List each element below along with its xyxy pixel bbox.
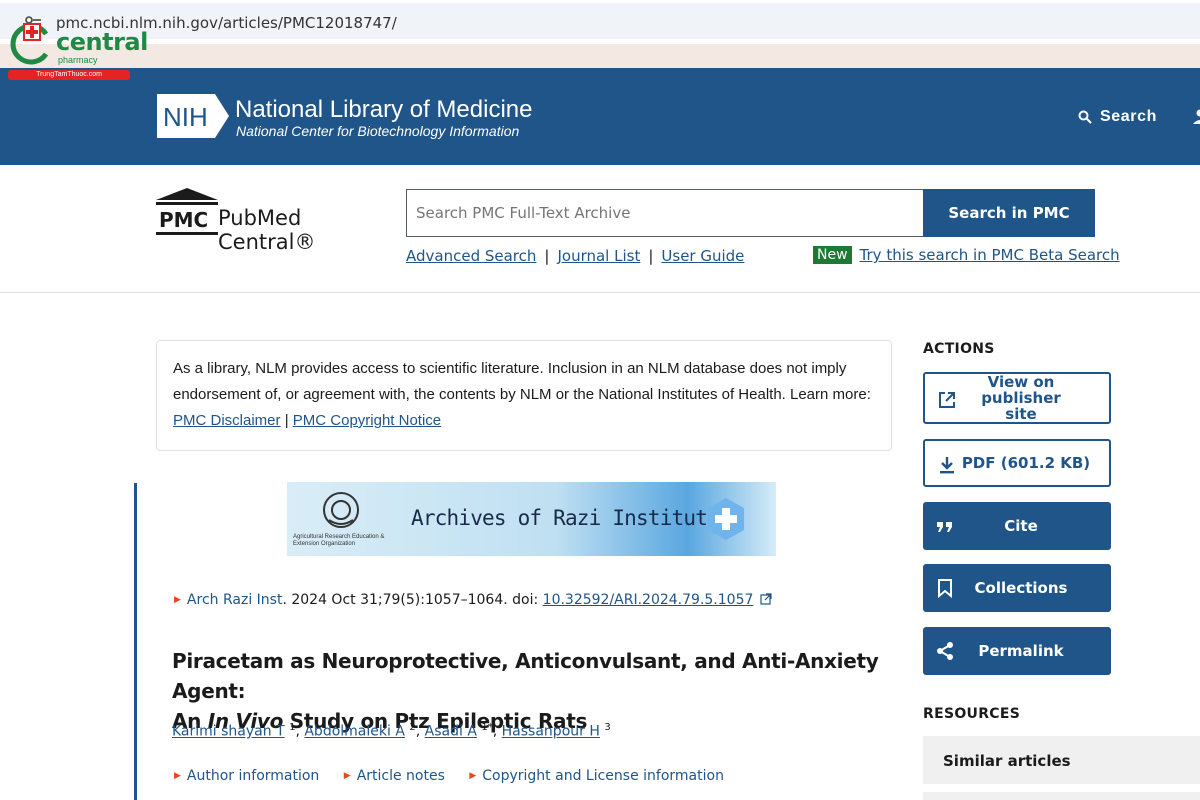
author-information-toggle[interactable]: ▶ Author information bbox=[174, 768, 319, 784]
pmc-search-input[interactable] bbox=[406, 189, 924, 237]
next-resource-item[interactable] bbox=[923, 792, 1200, 800]
quote-icon bbox=[937, 522, 952, 532]
user-icon[interactable] bbox=[1192, 108, 1200, 124]
article-notes-toggle[interactable]: ▶ Article notes bbox=[344, 768, 445, 784]
pmc-disclaimer-link[interactable]: PMC Disclaimer bbox=[173, 412, 281, 429]
learn-more-label: Learn more: bbox=[790, 386, 871, 403]
nih-header: NIH National Library of Medicine Nationa… bbox=[0, 68, 1200, 165]
pmc-logo-text: PubMed Central® bbox=[218, 206, 316, 254]
search-icon bbox=[1078, 110, 1092, 124]
pmc-logo[interactable]: PMC PubMed Central® bbox=[156, 188, 396, 254]
pharmacy-logo-icon bbox=[10, 23, 49, 65]
permalink-label: Permalink bbox=[978, 642, 1064, 660]
article-citation: ▶ Arch Razi Inst. 2024 Oct 31;79(5):1057–… bbox=[174, 592, 772, 608]
beta-search-link[interactable]: Try this search in PMC Beta Search bbox=[860, 246, 1120, 264]
external-link-icon bbox=[939, 392, 955, 408]
pmc-copyright-link[interactable]: PMC Copyright Notice bbox=[293, 412, 441, 429]
actions-heading: ACTIONS bbox=[923, 341, 995, 357]
collections-label: Collections bbox=[974, 579, 1068, 597]
advanced-search-link[interactable]: Advanced Search bbox=[406, 247, 536, 265]
view-publisher-label: View on publisher site bbox=[981, 373, 1061, 423]
nlm-disclaimer-notice: As a library, NLM provides access to sci… bbox=[156, 340, 892, 451]
pdf-label: PDF (601.2 KB) bbox=[961, 454, 1091, 472]
external-link-icon[interactable] bbox=[760, 593, 772, 605]
resources-heading: RESOURCES bbox=[923, 706, 1021, 722]
share-icon bbox=[937, 642, 953, 660]
notice-separator: | bbox=[284, 412, 289, 429]
banner-title: Archives of Razi Institute bbox=[411, 506, 720, 530]
user-guide-link[interactable]: User Guide bbox=[661, 247, 744, 265]
collections-button[interactable]: Collections bbox=[923, 564, 1111, 612]
similar-articles-toggle[interactable]: Similar articles bbox=[923, 736, 1200, 784]
author-affiliation[interactable]: 1 bbox=[289, 722, 295, 733]
nih-search-button[interactable]: Search bbox=[1078, 108, 1157, 126]
notice-text: As a library, NLM provides access to sci… bbox=[173, 360, 847, 403]
svg-text:PMC: PMC bbox=[159, 208, 208, 232]
download-icon bbox=[940, 457, 954, 474]
beta-search: New Try this search in PMC Beta Search bbox=[813, 246, 1120, 264]
author-link[interactable]: Karimi shayan T bbox=[172, 724, 285, 740]
url-field[interactable]: pmc.ncbi.nlm.nih.gov/articles/PMC1201874… bbox=[0, 3, 1200, 39]
author-list: Karimi shayan T 1, Abdolmaleki A 2, Asad… bbox=[172, 722, 611, 740]
pdf-download-button[interactable]: PDF (601.2 KB) bbox=[923, 439, 1111, 487]
doi-link[interactable]: 10.32592/ARI.2024.79.5.1057 bbox=[543, 592, 754, 608]
central-pharmacy-watermark: central pharmacy TrungTamThuoc.com bbox=[6, 20, 148, 82]
browser-address-bar: pmc.ncbi.nlm.nih.gov/articles/PMC1201874… bbox=[0, 0, 1200, 44]
journal-banner[interactable]: Agricultural Research Education & Extens… bbox=[287, 482, 776, 556]
search-in-pmc-button[interactable]: Search in PMC bbox=[923, 189, 1095, 237]
banner-organization: Agricultural Research Education & Extens… bbox=[293, 534, 385, 547]
author-affiliation[interactable]: 2 bbox=[409, 722, 415, 733]
new-badge: New bbox=[813, 246, 852, 264]
title-line-1: Piracetam as Neuroprotective, Anticonvul… bbox=[172, 649, 879, 703]
watermark-brand: central bbox=[56, 28, 148, 56]
view-publisher-button[interactable]: View on publisher site bbox=[923, 372, 1111, 424]
nlm-title[interactable]: National Library of Medicine bbox=[235, 96, 532, 124]
author-link[interactable]: Hassanpour H bbox=[502, 724, 600, 740]
journal-seal-icon bbox=[323, 492, 359, 528]
svg-text:NIH: NIH bbox=[163, 102, 208, 132]
extension-strip bbox=[0, 44, 1200, 68]
citation-details: . 2024 Oct 31;79(5):1057–1064. doi: bbox=[282, 592, 543, 608]
medical-cross-icon bbox=[708, 498, 744, 540]
expand-triangle-icon: ▶ bbox=[174, 595, 181, 605]
nih-logo-icon[interactable]: NIH bbox=[157, 94, 229, 138]
pmc-search-links: Advanced Search | Journal List | User Guide bbox=[406, 247, 745, 265]
watermark-sub: pharmacy bbox=[58, 55, 98, 65]
journal-list-link[interactable]: Journal List bbox=[557, 247, 640, 265]
article-left-rule bbox=[134, 483, 137, 800]
permalink-button[interactable]: Permalink bbox=[923, 627, 1111, 675]
cite-button[interactable]: Cite bbox=[923, 502, 1111, 550]
journal-link[interactable]: Arch Razi Inst bbox=[187, 592, 283, 608]
ncbi-subtitle: National Center for Biotechnology Inform… bbox=[236, 123, 520, 139]
author-affiliation[interactable]: 1* bbox=[481, 722, 492, 733]
article-meta-links: ▶ Author information ▶ Article notes ▶ Copy… bbox=[174, 768, 744, 784]
author-link[interactable]: Abdolmaleki A bbox=[304, 724, 405, 740]
search-label: Search bbox=[1100, 108, 1157, 125]
cite-label: Cite bbox=[1004, 517, 1038, 535]
copyright-license-toggle[interactable]: ▶ Copyright and License information bbox=[469, 768, 724, 784]
author-affiliation[interactable]: 3 bbox=[604, 722, 610, 733]
pmc-building-icon: PMC bbox=[156, 188, 218, 235]
bookmark-icon bbox=[938, 579, 952, 598]
watermark-tag: TrungTamThuoc.com bbox=[8, 70, 130, 80]
pmc-search-bar: PMC PubMed Central® Search in PMC Advanc… bbox=[0, 165, 1200, 293]
author-link[interactable]: Asadi A bbox=[425, 724, 477, 740]
